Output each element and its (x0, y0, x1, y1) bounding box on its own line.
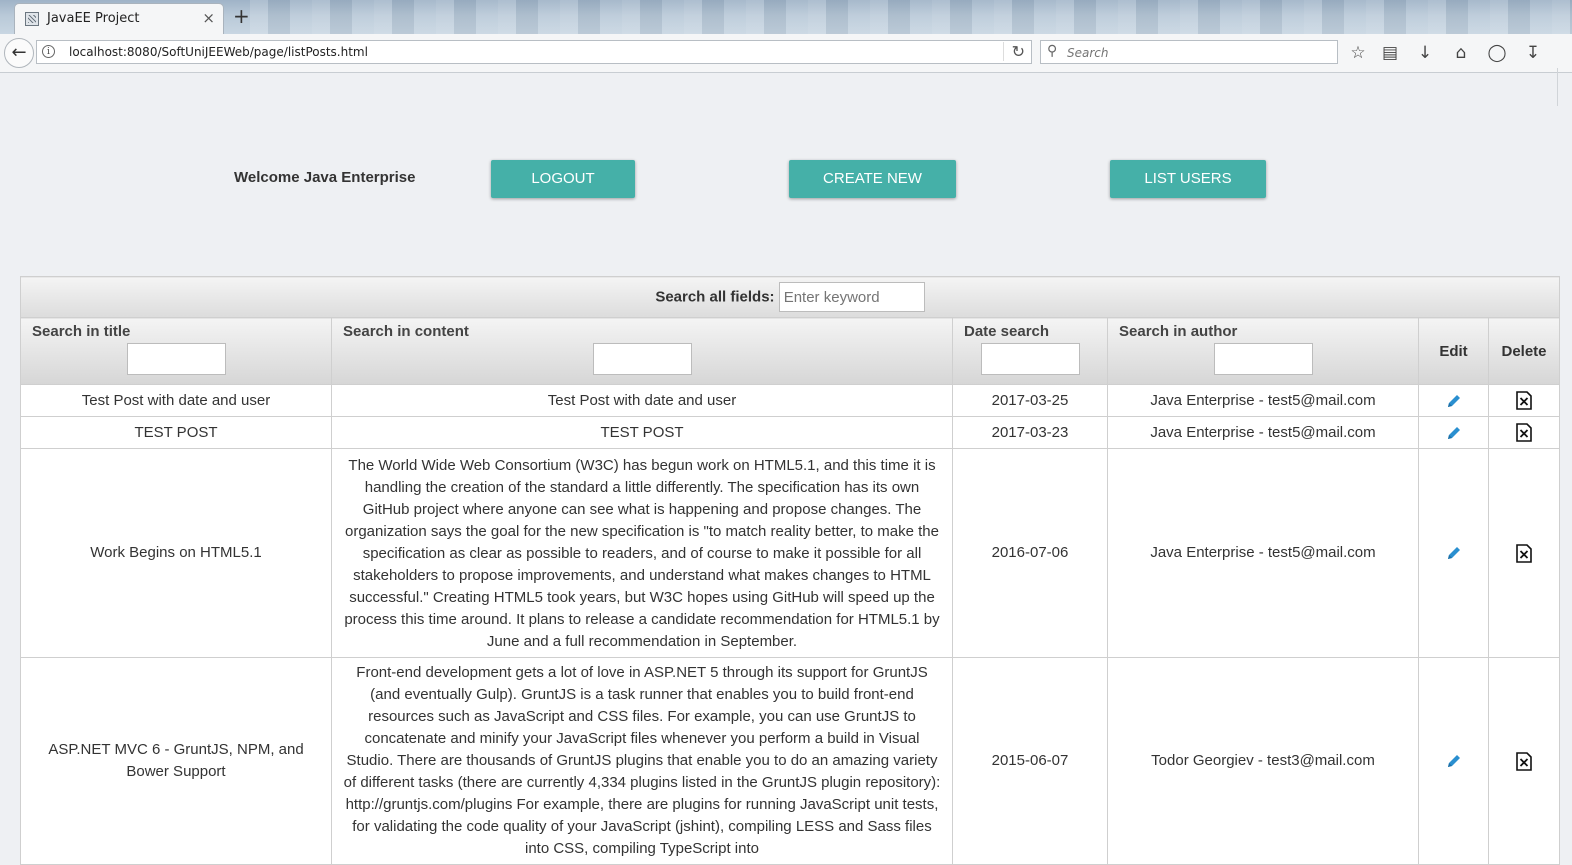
browser-tabbar: JavaEE Project × + (0, 0, 1572, 34)
welcome-text: Welcome Java Enterprise (234, 169, 416, 186)
browser-search-input[interactable] (1065, 43, 1329, 63)
browser-navbar: ← i localhost:8080/SoftUniJEEWeb/page/li… (0, 34, 1572, 106)
tab-close-icon[interactable]: × (202, 9, 215, 27)
home-icon[interactable]: ⌂ (1450, 42, 1472, 64)
cell-author: Java Enterprise - test5@mail.com (1107, 384, 1419, 417)
column-label-date: Date search (964, 323, 1050, 340)
favicon-icon (25, 12, 39, 26)
cell-author: Java Enterprise - test5@mail.com (1107, 416, 1419, 449)
pencil-icon[interactable] (1446, 544, 1462, 561)
global-search-label: Search all fields: (655, 288, 775, 306)
cell-edit (1418, 416, 1489, 449)
create-new-button[interactable]: CREATE NEW (789, 160, 956, 198)
list-users-button[interactable]: LIST USERS (1110, 160, 1266, 198)
cell-author: Java Enterprise - test5@mail.com (1107, 448, 1419, 658)
cell-content: TEST POST (331, 416, 953, 449)
pencil-icon[interactable] (1446, 424, 1462, 441)
column-header-delete: Delete (1487, 317, 1561, 385)
column-header-edit: Edit (1418, 317, 1489, 385)
url-text[interactable]: localhost:8080/SoftUniJEEWeb/page/listPo… (69, 45, 368, 59)
posts-table: Search all fields: Search in title Searc… (19, 276, 1561, 865)
global-filter-row: Search all fields: (19, 276, 1561, 318)
pencil-icon[interactable] (1446, 752, 1462, 769)
tab-title: JavaEE Project (47, 11, 140, 26)
reload-icon[interactable]: ↻ (1002, 42, 1025, 61)
column-header-date[interactable]: Date search (952, 317, 1108, 385)
author-filter-input[interactable] (1214, 343, 1313, 375)
content-filter-input[interactable] (593, 343, 692, 375)
column-header-author[interactable]: Search in author (1107, 317, 1419, 385)
cell-title: ASP.NET MVC 6 - GruntJS, NPM, and Bower … (20, 657, 332, 865)
column-header-row: Search in title Search in content Date s… (20, 317, 1561, 385)
tabbar-background (250, 0, 1572, 34)
cell-date: 2016-07-06 (952, 448, 1108, 658)
table-row: ASP.NET MVC 6 - GruntJS, NPM, and Bower … (20, 657, 1561, 865)
delete-x-icon[interactable] (1516, 391, 1532, 410)
cell-delete (1487, 448, 1561, 658)
table-row: Work Begins on HTML5.1 The World Wide We… (20, 448, 1561, 658)
pocket-icon[interactable]: ◯ (1486, 42, 1508, 64)
search-icon: ⚲ (1047, 43, 1058, 59)
cell-date: 2017-03-25 (952, 384, 1108, 417)
column-header-content[interactable]: Search in content (331, 317, 953, 385)
cell-author: Todor Georgiev - test3@mail.com (1107, 657, 1419, 865)
title-filter-input[interactable] (127, 343, 226, 375)
cell-date: 2017-03-23 (952, 416, 1108, 449)
download-manager-icon[interactable]: ↧ (1522, 42, 1544, 64)
delete-x-icon[interactable] (1516, 543, 1532, 563)
address-bar[interactable]: i localhost:8080/SoftUniJEEWeb/page/list… (36, 40, 1032, 64)
cell-delete (1487, 416, 1561, 449)
delete-x-icon[interactable] (1516, 751, 1532, 771)
cell-title: TEST POST (20, 416, 332, 449)
cell-delete (1487, 657, 1561, 865)
cell-title: Test Post with date and user (20, 384, 332, 417)
cell-date: 2015-06-07 (952, 657, 1108, 865)
download-icon[interactable]: ↓ (1414, 42, 1436, 64)
logout-button[interactable]: LOGOUT (491, 160, 635, 198)
cell-delete (1487, 384, 1561, 417)
column-label-title: Search in title (32, 323, 131, 340)
cell-edit (1418, 384, 1489, 417)
back-button[interactable]: ← (4, 38, 34, 68)
cell-title: Work Begins on HTML5.1 (20, 448, 332, 658)
browser-tab[interactable]: JavaEE Project × (14, 3, 224, 34)
column-header-title[interactable]: Search in title (20, 317, 332, 385)
pencil-icon[interactable] (1446, 392, 1462, 409)
toolbar-overflow (1557, 68, 1572, 106)
info-icon[interactable]: i (42, 45, 55, 58)
cell-content: The World Wide Web Consortium (W3C) has … (331, 448, 953, 658)
reading-list-icon[interactable]: ▤ (1379, 42, 1401, 64)
global-search-input[interactable] (778, 282, 925, 312)
table-row: Test Post with date and user Test Post w… (20, 384, 1561, 417)
cell-edit (1418, 657, 1489, 865)
column-label-author: Search in author (1119, 323, 1238, 340)
cell-edit (1418, 448, 1489, 658)
cell-content: Test Post with date and user (331, 384, 953, 417)
cell-content: Front-end development gets a lot of love… (331, 657, 953, 865)
global-filter-cell: Search all fields: (19, 276, 1561, 318)
new-tab-button[interactable]: + (233, 4, 250, 28)
column-label-content: Search in content (343, 323, 469, 340)
date-filter-input[interactable] (981, 343, 1080, 375)
bookmark-star-icon[interactable]: ☆ (1347, 42, 1369, 64)
browser-search-bar[interactable]: ⚲ (1040, 40, 1338, 64)
table-row: TEST POST TEST POST 2017-03-23 Java Ente… (20, 416, 1561, 449)
delete-x-icon[interactable] (1516, 423, 1532, 442)
